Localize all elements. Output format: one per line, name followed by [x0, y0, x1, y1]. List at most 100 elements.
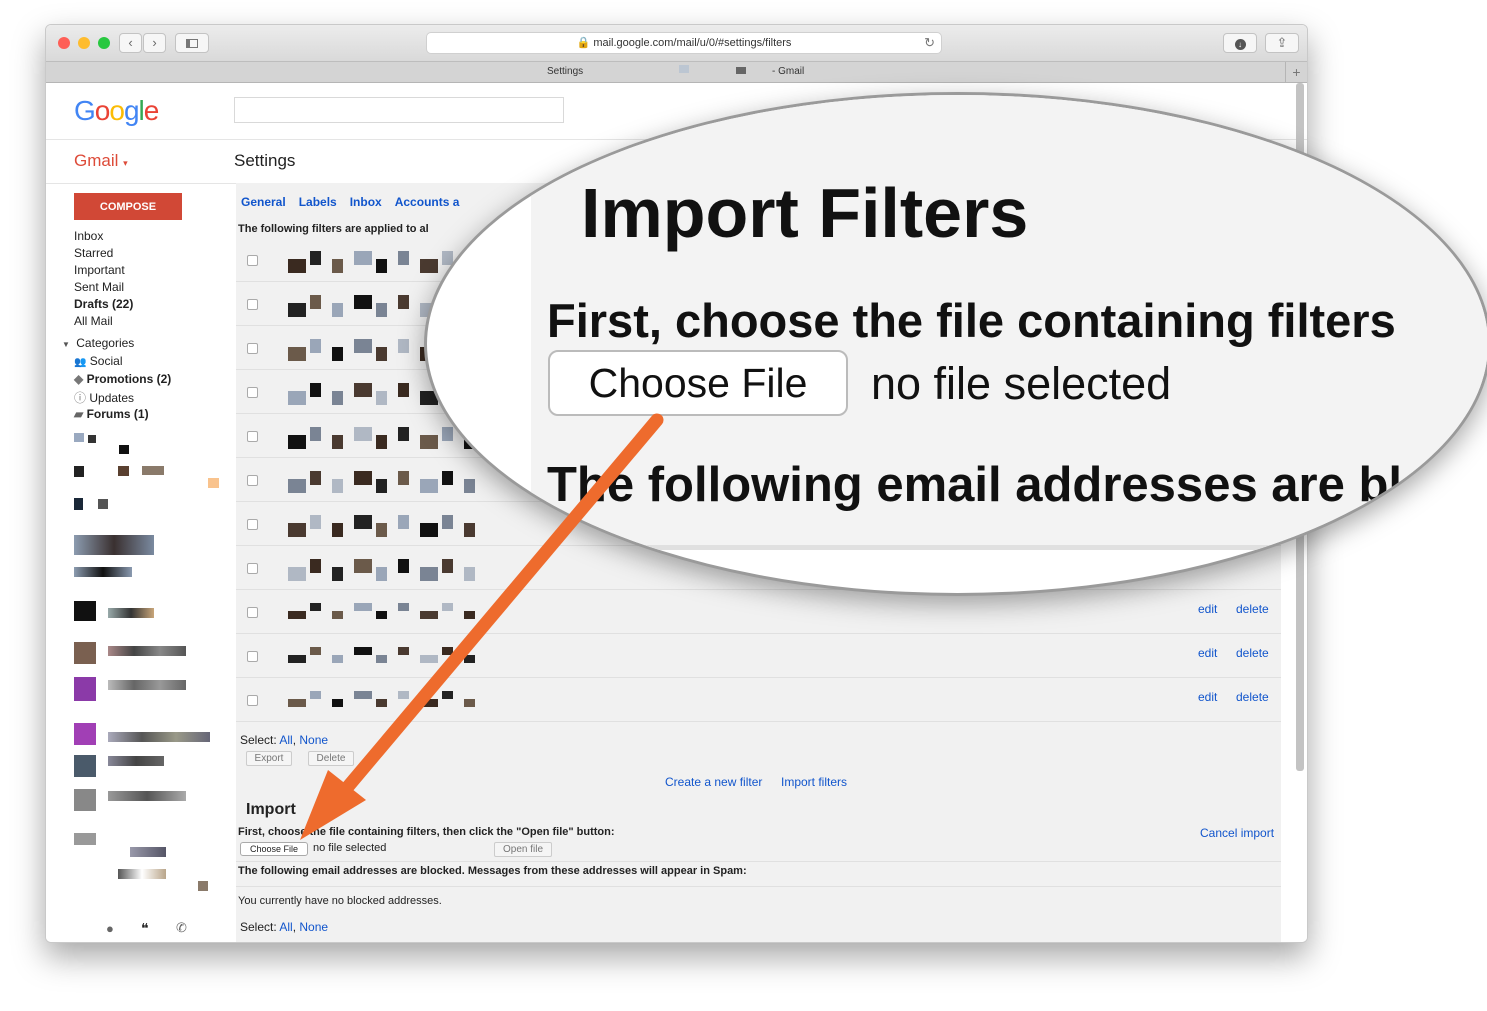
tab-general[interactable]: General: [241, 195, 286, 209]
new-tab-button[interactable]: +: [1285, 62, 1307, 82]
redacted-filter-text: [354, 251, 372, 265]
select-all-link[interactable]: All: [279, 920, 292, 934]
delete-filters-button[interactable]: Delete: [308, 751, 354, 766]
delete-filter-link[interactable]: delete: [1236, 602, 1269, 616]
redacted-filter-text: [464, 699, 475, 707]
redacted-label: [108, 756, 164, 766]
blurred-block: [736, 67, 746, 74]
redacted-filter-text: [442, 559, 453, 573]
filter-checkbox[interactable]: [247, 299, 258, 310]
redacted-filter-text: [332, 303, 343, 317]
search-input[interactable]: [234, 97, 564, 123]
redacted-filter-text: [398, 295, 409, 309]
select-all-link[interactable]: All: [279, 733, 292, 747]
info-icon: ⓘ: [74, 391, 87, 405]
forward-button[interactable]: ›: [143, 33, 166, 53]
redacted-label: [88, 435, 96, 443]
open-file-button[interactable]: Open file: [494, 842, 552, 857]
category-promotions[interactable]: ◆ Promotions (2): [74, 372, 171, 386]
redacted-filter-text: [376, 347, 387, 361]
phone-icon[interactable]: ✆: [176, 920, 187, 936]
filter-checkbox[interactable]: [247, 695, 258, 706]
filter-checkbox[interactable]: [247, 255, 258, 266]
url-text: mail.google.com/mail/u/0/#settings/filte…: [593, 37, 792, 49]
select-none-link[interactable]: None: [299, 920, 328, 934]
address-bar[interactable]: 🔒 mail.google.com/mail/u/0/#settings/fil…: [426, 32, 942, 54]
redacted-filter-text: [398, 691, 409, 699]
category-updates[interactable]: ⓘ Updates: [74, 389, 134, 406]
create-filter-link[interactable]: Create a new filter: [665, 775, 762, 789]
sidebar-item-drafts[interactable]: Drafts (22): [74, 297, 133, 311]
redacted-filter-text: [310, 559, 321, 573]
redacted-filter-text: [376, 567, 387, 581]
close-window-button[interactable]: [58, 37, 70, 49]
tab-accounts[interactable]: Accounts a: [395, 195, 460, 209]
redacted-filter-text: [354, 339, 372, 353]
redacted-filter-text: [420, 259, 438, 273]
tab-title-left[interactable]: Settings: [547, 66, 583, 77]
redacted-filter-text: [310, 427, 321, 441]
filter-checkbox[interactable]: [247, 387, 258, 398]
tab-inbox[interactable]: Inbox: [350, 195, 382, 209]
magnified-blocked-note: The following email addresses are bl: [547, 458, 1403, 512]
category-social[interactable]: 👥 Social: [74, 354, 122, 368]
sidebar-item-important[interactable]: Important: [74, 263, 125, 277]
zoom-window-button[interactable]: [98, 37, 110, 49]
filter-checkbox[interactable]: [247, 651, 258, 662]
hangouts-bar: ● ❝ ✆: [46, 919, 231, 942]
redacted-filter-text: [376, 611, 387, 619]
tab-title-right[interactable]: - Gmail: [772, 66, 804, 77]
back-button[interactable]: ‹: [119, 33, 142, 53]
sidebar-item-starred[interactable]: Starred: [74, 246, 113, 260]
hangouts-icon[interactable]: ❝: [141, 920, 149, 937]
magnified-choose-file-button[interactable]: Choose File: [548, 350, 848, 416]
category-forums[interactable]: ▰ Forums (1): [74, 407, 149, 421]
logo-letter: o: [94, 95, 111, 126]
sidebar-toggle-button[interactable]: [175, 33, 209, 53]
sidebar-item-inbox[interactable]: Inbox: [74, 229, 103, 243]
tab-labels[interactable]: Labels: [299, 195, 337, 209]
redacted-filter-text: [398, 603, 409, 611]
export-button[interactable]: Export: [246, 751, 292, 766]
compose-button[interactable]: COMPOSE: [74, 193, 182, 220]
category-label: Updates: [89, 391, 135, 405]
chevron-left-icon: ‹: [128, 35, 133, 50]
filter-checkbox[interactable]: [247, 519, 258, 530]
browser-titlebar: ‹ › 🔒 mail.google.com/mail/u/0/#settings…: [46, 25, 1307, 62]
edit-filter-link[interactable]: edit: [1198, 646, 1217, 660]
edit-filter-link[interactable]: edit: [1198, 690, 1217, 704]
delete-filter-link[interactable]: delete: [1236, 646, 1269, 660]
logo-letter: G: [74, 95, 96, 126]
categories-toggle[interactable]: ▼ Categories: [62, 336, 134, 350]
person-icon[interactable]: ●: [106, 921, 114, 936]
download-icon: ↓: [1234, 39, 1246, 50]
filter-checkbox[interactable]: [247, 343, 258, 354]
redacted-filter-text: [398, 515, 409, 529]
cancel-import-link[interactable]: Cancel import: [1200, 826, 1274, 840]
redacted-filter-text: [288, 259, 306, 273]
minimize-window-button[interactable]: [78, 37, 90, 49]
sidebar-item-all-mail[interactable]: All Mail: [74, 314, 113, 328]
share-button[interactable]: ⇪: [1265, 33, 1299, 53]
edit-filter-link[interactable]: edit: [1198, 602, 1217, 616]
select-none-link[interactable]: None: [299, 733, 328, 747]
magnified-divider: [531, 545, 1487, 550]
filter-checkbox[interactable]: [247, 431, 258, 442]
redacted-filter-text: [288, 567, 306, 581]
filter-checkbox[interactable]: [247, 607, 258, 618]
filter-checkbox[interactable]: [247, 475, 258, 486]
redacted-filter-text: [420, 435, 438, 449]
google-logo: Google: [74, 95, 159, 127]
section-divider: [236, 886, 1281, 887]
sidebar-item-sent[interactable]: Sent Mail: [74, 280, 124, 294]
filter-checkbox[interactable]: [247, 563, 258, 574]
choose-file-button[interactable]: Choose File: [240, 842, 308, 856]
download-button[interactable]: ↓: [1223, 33, 1257, 53]
delete-filter-link[interactable]: delete: [1236, 690, 1269, 704]
gmail-menu[interactable]: Gmail ▾: [74, 151, 128, 171]
redacted-avatar: [74, 723, 96, 745]
redacted-filter-text: [354, 427, 372, 441]
import-filters-link[interactable]: Import filters: [781, 775, 847, 789]
redacted-filter-text: [420, 611, 438, 619]
reload-icon[interactable]: ↻: [924, 33, 935, 53]
